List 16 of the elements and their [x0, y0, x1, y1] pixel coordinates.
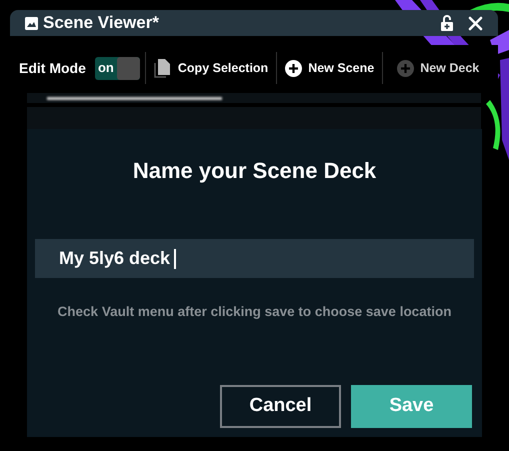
name-input-field[interactable]: My 5ly6 deck [35, 239, 474, 278]
text-cursor [174, 248, 176, 268]
close-icon[interactable] [468, 16, 483, 30]
new-button[interactable]: New Scene [282, 58, 378, 78]
plus-circle-icon [397, 60, 414, 76]
plus-circle-icon [285, 60, 302, 76]
edit-mode-label: Edit Mode [19, 58, 86, 78]
edit-mode-toggle[interactable]: on [94, 56, 140, 80]
copy-selection-button[interactable]: Copy Selection [150, 58, 272, 78]
window-title: Scene Viewer* [43, 12, 159, 34]
copy-icon [154, 58, 172, 78]
dialog-title: Name your Scene Deck [132, 157, 376, 185]
cancel-button[interactable]: Cancel [220, 385, 341, 428]
unlocked-padlock-icon[interactable] [441, 15, 453, 31]
hint-text: Check Vault menu after clicking save to choose save location [58, 303, 452, 321]
image-icon [25, 16, 38, 30]
